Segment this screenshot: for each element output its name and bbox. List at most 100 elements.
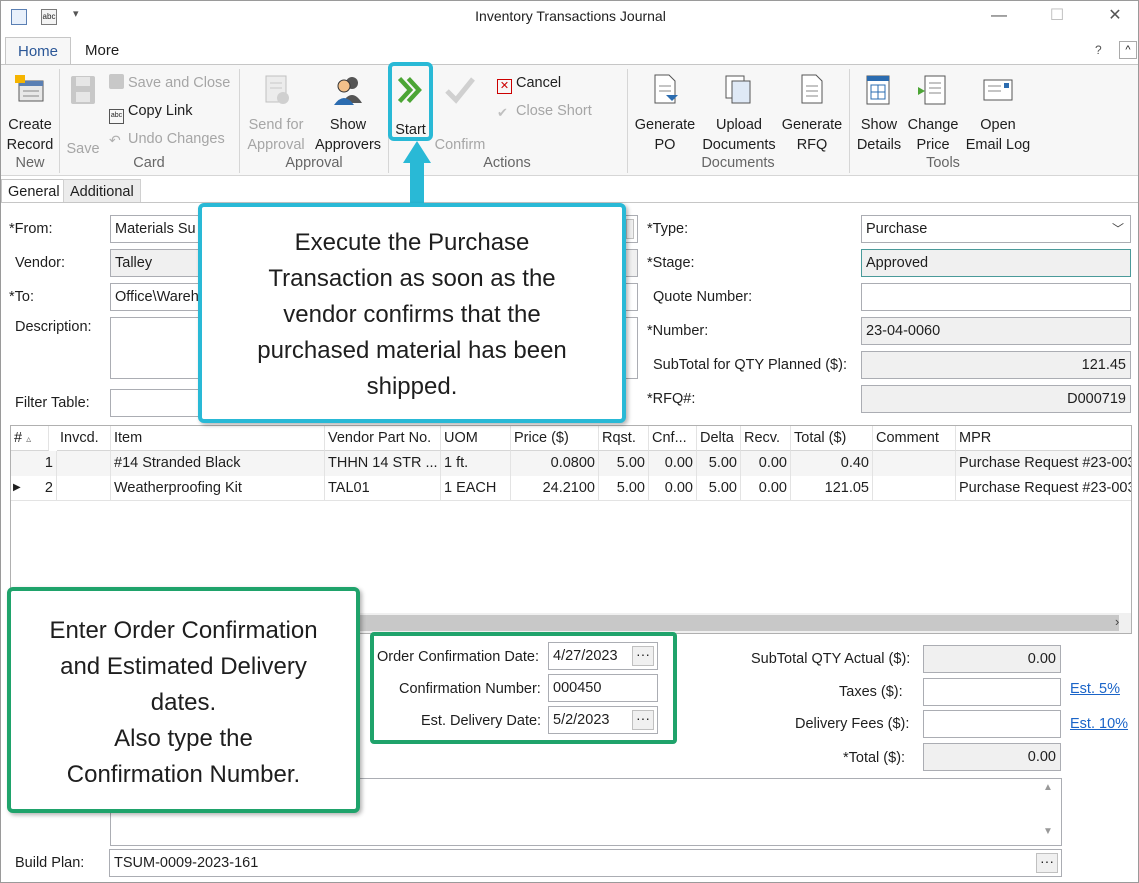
column-header[interactable]: Delta — [697, 426, 741, 451]
minimize-icon[interactable]: — — [987, 5, 1011, 29]
build-plan-field[interactable]: TSUM-0009-2023-161 ··· — [109, 849, 1062, 877]
maximize-icon[interactable]: ☐ — [1045, 5, 1069, 29]
from-browse-icon[interactable] — [626, 219, 634, 239]
build-plan-label: Build Plan: — [15, 855, 85, 871]
copy-link-button[interactable]: abc Copy Link — [109, 101, 192, 124]
cell-total[interactable]: 121.05 — [791, 476, 873, 501]
cell-vendor-part[interactable]: THHN 14 STR ... — [325, 451, 441, 476]
browse-icon[interactable]: ··· — [1036, 853, 1058, 873]
quote-number-input[interactable] — [861, 283, 1131, 311]
undo-changes-button[interactable]: ↶ Undo Changes — [109, 129, 225, 151]
column-header[interactable]: Comment — [873, 426, 956, 451]
confirmation-number-label: Confirmation Number: — [399, 681, 541, 697]
cell-total[interactable]: 0.40 — [791, 451, 873, 476]
date-picker-icon[interactable]: ··· — [632, 646, 654, 666]
cell-delta[interactable]: 5.00 — [697, 476, 741, 501]
scroll-up-icon[interactable]: ▲ — [1043, 782, 1053, 793]
order-confirmation-date-input[interactable]: 4/27/2023 ··· — [548, 642, 658, 670]
open-email-log-button[interactable]: Open Email Log — [963, 73, 1033, 155]
cell-rqst[interactable]: 5.00 — [599, 476, 649, 501]
cell-cnf[interactable]: 0.00 — [649, 451, 697, 476]
scroll-down-icon[interactable]: ▼ — [1043, 826, 1053, 837]
close-short-button[interactable]: ✔ Close Short — [497, 101, 592, 123]
callout-line: purchased material has been — [257, 337, 567, 364]
cell-recv[interactable]: 0.00 — [741, 451, 791, 476]
cancel-button[interactable]: ✕ Cancel — [497, 73, 561, 95]
estimate-delivery-fees-link[interactable]: Est. 10% — [1070, 716, 1128, 732]
type-select[interactable]: Purchase ﹀ — [861, 215, 1131, 243]
stage-field[interactable]: Approved — [861, 249, 1131, 277]
cell-uom[interactable]: 1 EACH — [441, 476, 511, 501]
send-for-approval-label-1: Send for — [248, 117, 304, 133]
taxes-input[interactable] — [923, 678, 1061, 706]
cell-cnf[interactable]: 0.00 — [649, 476, 697, 501]
cell-delta[interactable]: 5.00 — [697, 451, 741, 476]
subtotal-actual-field[interactable]: 0.00 — [923, 645, 1061, 673]
delivery-fees-input[interactable] — [923, 710, 1061, 738]
show-details-button[interactable]: Show Details — [853, 73, 905, 155]
estimate-taxes-link[interactable]: Est. 5% — [1070, 681, 1120, 697]
tab-more[interactable]: More — [73, 37, 131, 65]
upload-documents-button[interactable]: Upload Documents — [701, 73, 777, 155]
generate-rfq-button[interactable]: Generate RFQ — [779, 73, 845, 155]
tab-general[interactable]: General — [1, 179, 67, 203]
cell-comment[interactable] — [873, 476, 956, 501]
cell-item[interactable]: Weatherproofing Kit — [111, 476, 325, 501]
total-field[interactable]: 0.00 — [923, 743, 1061, 771]
save-button[interactable]: Save — [63, 73, 103, 159]
scroll-right-icon[interactable]: › — [1115, 614, 1119, 629]
generate-po-icon — [654, 74, 678, 104]
column-header[interactable]: Vendor Part No. — [325, 426, 441, 451]
confirmation-number-input[interactable]: 000450 — [548, 674, 658, 702]
cell-rqst[interactable]: 5.00 — [599, 451, 649, 476]
save-and-close-button[interactable]: Save and Close — [109, 73, 230, 95]
start-button[interactable]: Start — [388, 62, 433, 141]
column-header[interactable]: Rqst. — [599, 426, 649, 451]
send-for-approval-button[interactable]: Send for Approval — [243, 73, 309, 155]
stage-value: Approved — [866, 255, 929, 271]
column-header[interactable]: # ▵ — [11, 426, 49, 451]
column-header[interactable]: MPR — [956, 426, 1131, 451]
generate-po-button[interactable]: Generate PO — [631, 73, 699, 155]
subtotal-planned-field[interactable]: 121.45 — [861, 351, 1131, 379]
column-header[interactable]: Item — [111, 426, 325, 451]
cell-vendor-part[interactable]: TAL01 — [325, 476, 441, 501]
show-approvers-button[interactable]: Show Approvers — [311, 73, 385, 155]
create-record-button[interactable]: Create Record — [5, 73, 55, 155]
column-header[interactable]: Recv. — [741, 426, 791, 451]
cell-invcd[interactable] — [57, 476, 111, 501]
show-approvers-label-1: Show — [329, 117, 367, 133]
column-header[interactable]: Cnf... — [649, 426, 697, 451]
number-field[interactable]: 23-04-0060 — [861, 317, 1131, 345]
cell-mpr[interactable]: Purchase Request #23-003 — [956, 476, 1131, 501]
column-header[interactable]: Invcd. — [57, 426, 111, 451]
cell-comment[interactable] — [873, 451, 956, 476]
rfq-field[interactable]: D000719 — [861, 385, 1131, 413]
tab-home[interactable]: Home — [5, 37, 72, 65]
generate-rfq-label-2: RFQ — [796, 137, 828, 153]
cell-invcd[interactable] — [57, 451, 111, 476]
cell-price[interactable]: 0.0800 — [511, 451, 599, 476]
confirm-button[interactable]: Confirm — [433, 73, 487, 155]
column-header[interactable]: Price ($) — [511, 426, 599, 451]
cell-price[interactable]: 24.2100 — [511, 476, 599, 501]
tab-additional[interactable]: Additional — [63, 179, 141, 203]
close-icon[interactable]: ✕ — [1103, 5, 1127, 29]
description-label: Description: — [15, 319, 92, 335]
date-picker-icon[interactable]: ··· — [632, 710, 654, 730]
collapse-ribbon-icon[interactable]: ^ — [1119, 41, 1137, 59]
cell-recv[interactable]: 0.00 — [741, 476, 791, 501]
change-price-button[interactable]: Change Price — [905, 73, 961, 155]
column-header[interactable]: Total ($) — [791, 426, 873, 451]
create-record-label-1: Create — [8, 117, 52, 133]
est-delivery-date-input[interactable]: 5/2/2023 ··· — [548, 706, 658, 734]
generate-rfq-icon — [801, 74, 823, 104]
build-plan-value: TSUM-0009-2023-161 — [114, 855, 259, 871]
column-header[interactable]: UOM — [441, 426, 511, 451]
cell-item[interactable]: #14 Stranded Black — [111, 451, 325, 476]
help-icon[interactable]: ? — [1095, 43, 1102, 57]
cell-mpr[interactable]: Purchase Request #23-003 — [956, 451, 1131, 476]
cell-uom[interactable]: 1 ft. — [441, 451, 511, 476]
copy-link-icon: abc — [109, 109, 124, 124]
taxes-label: Taxes ($): — [839, 684, 903, 700]
